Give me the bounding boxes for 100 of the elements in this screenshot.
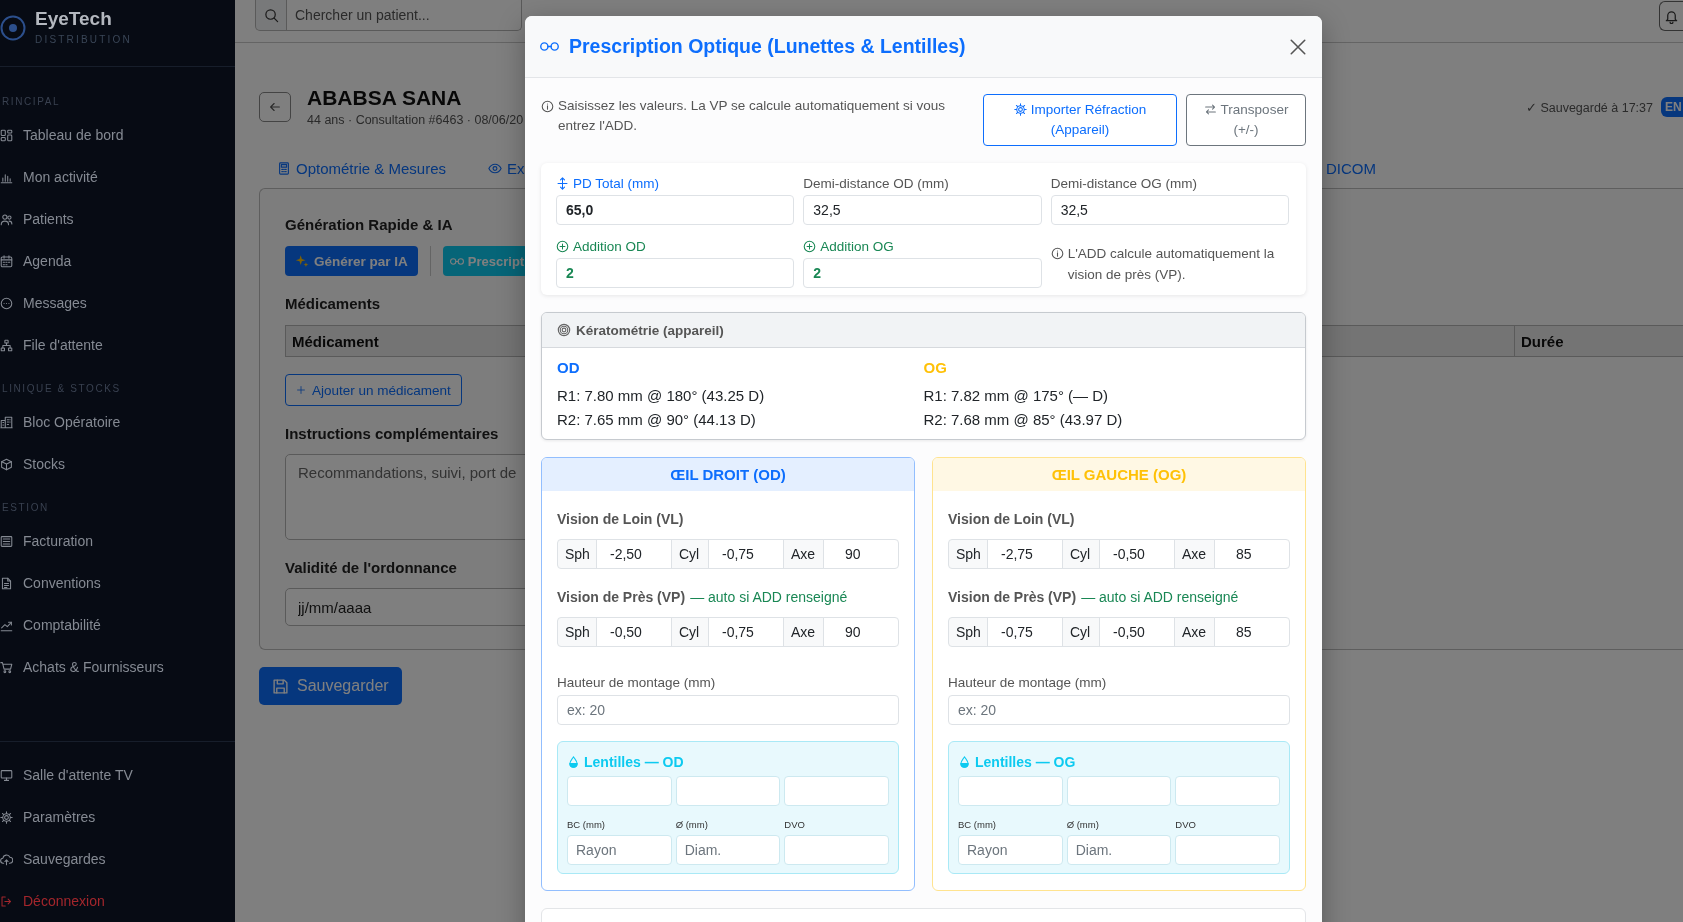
auto-note: — auto si ADD renseigné — [690, 588, 848, 607]
sidebar-item[interactable]: Comptabilité — [0, 604, 235, 646]
input-field[interactable] — [567, 776, 672, 806]
section-heading: ESTION — [1, 501, 50, 515]
input-field[interactable]: -0,75 — [987, 617, 1063, 647]
input-field[interactable]: 65,0 — [556, 195, 795, 225]
sidebar-item[interactable]: Sauvegardes — [0, 838, 235, 880]
field-label: PD Total (mm) — [573, 175, 659, 192]
input-addon: Cyl — [671, 617, 709, 647]
input-field[interactable]: -0,50 — [1099, 617, 1175, 647]
brand-name: EyeTech — [35, 8, 113, 30]
cloud-upload-icon — [0, 852, 13, 866]
left-arrow-icon — [268, 100, 282, 114]
search-icon — [255, 0, 287, 31]
card-title: Kératométrie (appareil) — [576, 322, 724, 338]
input-field[interactable]: 90 — [823, 539, 899, 569]
auto-note: — auto si ADD renseigné — [1081, 588, 1239, 607]
sidebar-item[interactable]: Agenda — [0, 240, 235, 282]
vertical-arrows-icon — [556, 177, 569, 190]
column-header: Durée — [1514, 326, 1683, 356]
input-field[interactable]: -2,50 — [596, 539, 672, 569]
sidebar-item[interactable]: Patients — [0, 198, 235, 240]
input-addon: Axe — [1174, 617, 1215, 647]
sidebar-item[interactable]: Facturation — [0, 520, 235, 562]
hierarchy-icon — [0, 338, 13, 352]
input-addon: Sph — [557, 539, 597, 569]
search-field[interactable]: Chercher un patient... — [287, 0, 522, 31]
input-field[interactable]: 32,5 — [1050, 195, 1289, 225]
list-icon — [0, 534, 13, 548]
patient-name: ABABSA SANA — [307, 85, 463, 111]
input-field[interactable] — [675, 776, 781, 806]
target-icon — [557, 323, 571, 337]
input-field[interactable] — [1066, 776, 1172, 806]
calculator-icon — [277, 160, 291, 176]
gear-icon — [1013, 103, 1027, 116]
input-addon: Axe — [783, 539, 824, 569]
notifications-button[interactable] — [1659, 1, 1683, 31]
input-field[interactable]: -0,50 — [596, 617, 672, 647]
swap-arrows-icon — [1203, 103, 1217, 116]
section-title: Validité de l'ordonnance — [285, 558, 457, 578]
input-field[interactable]: Rayon — [958, 835, 1063, 865]
input-field[interactable] — [958, 776, 1063, 806]
input-field[interactable]: 2 — [556, 258, 795, 288]
building-icon — [0, 415, 13, 429]
input-field[interactable]: 2 — [803, 258, 1042, 288]
transpose-button[interactable]: Transposer (+/-) — [1186, 94, 1306, 146]
info-icon — [1050, 247, 1064, 260]
close-button[interactable] — [1289, 37, 1307, 56]
sidebar-item[interactable]: Paramètres — [0, 796, 235, 838]
sidebar-item[interactable]: Tableau de bord — [0, 114, 235, 156]
input-field[interactable]: Diam. — [675, 835, 781, 865]
input-field[interactable]: ex: 20 — [948, 695, 1290, 725]
input-addon: Sph — [948, 539, 988, 569]
input-field[interactable]: -0,75 — [708, 617, 784, 647]
input-field[interactable]: 85 — [1214, 539, 1290, 569]
field-label: Addition OG — [820, 238, 894, 255]
plus-circle-icon — [803, 240, 817, 253]
reading-text: R1: 7.80 mm @ 180° (43.25 D) — [557, 386, 766, 406]
input-field[interactable]: Diam. — [1066, 835, 1172, 865]
input-field[interactable]: -0,50 — [1099, 539, 1175, 569]
sidebar-item[interactable]: Conventions — [0, 562, 235, 604]
input-addon: Axe — [1174, 539, 1215, 569]
sidebar-item[interactable]: Mon activité — [0, 156, 235, 198]
plus-circle-icon — [556, 240, 569, 253]
input-field[interactable]: ex: 20 — [557, 695, 899, 725]
reading-text: R1: 7.82 mm @ 175° (— D) — [923, 386, 1110, 406]
sidebar-item[interactable]: File d'attente — [0, 324, 235, 366]
people-icon — [0, 212, 13, 226]
input-field[interactable]: -0,75 — [708, 539, 784, 569]
patient-details: 44 ans · Consultation #6463 · 08/06/20 — [307, 112, 524, 129]
chat-icon — [0, 296, 13, 310]
field-label: Ø (mm) — [675, 819, 709, 831]
logout-icon — [0, 894, 13, 908]
input-field[interactable]: 85 — [1214, 617, 1290, 647]
field-label: Ø (mm) — [1066, 819, 1100, 831]
sidebar-item[interactable]: Salle d'attente TV — [0, 754, 235, 796]
field-label: Addition OD — [573, 238, 646, 255]
input-field[interactable] — [784, 776, 889, 806]
import-button[interactable]: Importer Réfraction (Appareil) — [983, 94, 1177, 146]
section-heading: LINIQUE & STOCKS — [1, 382, 122, 396]
back-button[interactable] — [259, 92, 291, 122]
brand-tagline: DISTRIBUTION — [35, 34, 132, 46]
input-field[interactable]: Rayon — [567, 835, 672, 865]
group-title: Vision de Près (VP) — [557, 588, 686, 607]
group-title: Vision de Loin (VL) — [557, 510, 684, 529]
input-field[interactable]: 90 — [823, 617, 899, 647]
sidebar-item[interactable]: Achats & Fournisseurs — [0, 646, 235, 688]
input-field[interactable] — [784, 835, 889, 865]
lens-title: Lentilles — OD — [584, 753, 684, 771]
sidebar-item[interactable]: Stocks — [0, 443, 235, 485]
input-field[interactable]: -2,75 — [987, 539, 1063, 569]
input-field[interactable] — [1175, 835, 1280, 865]
info-text: Saisissez les valeurs. La VP se calcule automatiquement si vous entrez l'ADD. — [558, 97, 946, 135]
sidebar-item[interactable]: Messages — [0, 282, 235, 324]
input-field[interactable] — [1175, 776, 1280, 806]
ring-logo-icon — [0, 15, 26, 41]
field-label: DVO — [784, 819, 806, 831]
input-field[interactable]: 32,5 — [803, 195, 1042, 225]
input-addon: Sph — [557, 617, 597, 647]
sidebar-item[interactable]: Bloc Opératoire — [0, 401, 235, 443]
